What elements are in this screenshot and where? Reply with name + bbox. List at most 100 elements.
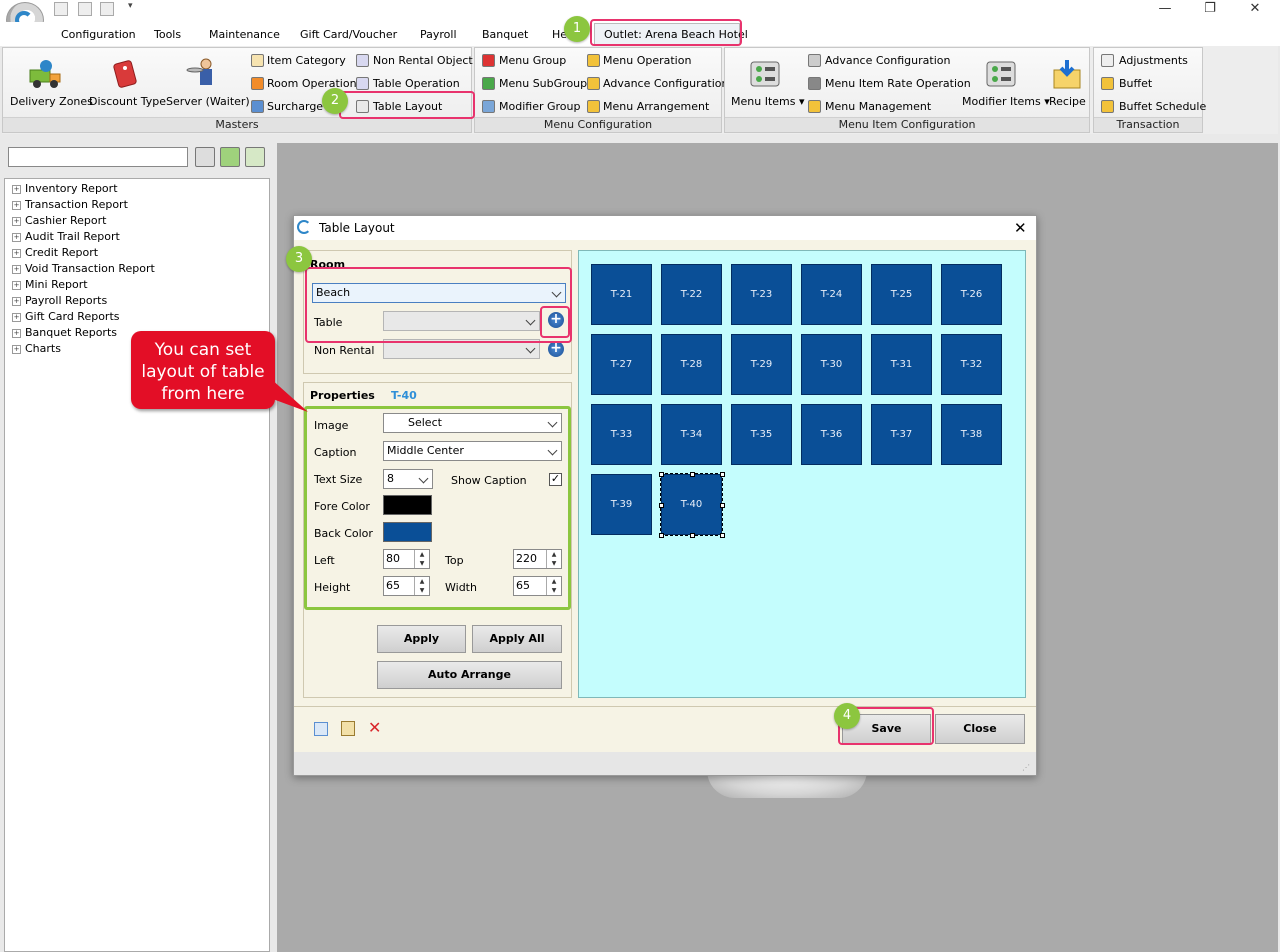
tree-item[interactable]: + Inventory Report (12, 182, 118, 195)
quick-access-dropdown-icon[interactable]: ▾ (128, 1, 133, 11)
close-window-button[interactable]: ✕ (1235, 0, 1275, 20)
tree-item[interactable]: + Charts (12, 342, 61, 355)
table-tile[interactable]: T-25 (871, 264, 932, 325)
item-category-button[interactable]: Item Category (267, 54, 346, 67)
edit-icon[interactable] (78, 2, 92, 16)
tree-item[interactable]: + Void Transaction Report (12, 262, 155, 275)
apply-all-button[interactable]: Apply All (472, 625, 562, 653)
table-tile[interactable]: T-33 (591, 404, 652, 465)
table-tile[interactable]: T-27 (591, 334, 652, 395)
resize-handle[interactable] (659, 533, 664, 538)
resize-handle[interactable] (659, 472, 664, 477)
delivery-zones-button[interactable]: Delivery Zones (10, 95, 93, 108)
tree-item[interactable]: + Gift Card Reports (12, 310, 120, 323)
expand-icon[interactable]: + (12, 233, 21, 242)
resize-handle[interactable] (659, 502, 664, 508)
grid-icon[interactable] (54, 2, 68, 16)
resize-handle[interactable] (720, 502, 725, 508)
expand-icon[interactable]: + (12, 329, 21, 338)
tree-item[interactable]: + Banquet Reports (12, 326, 117, 339)
auto-arrange-button[interactable]: Auto Arrange (377, 661, 562, 689)
tree-item[interactable]: + Cashier Report (12, 214, 106, 227)
non-rental-object-button[interactable]: Non Rental Object (373, 54, 473, 67)
expand-icon[interactable]: + (12, 201, 21, 210)
table-tile[interactable]: T-34 (661, 404, 722, 465)
tree-item[interactable]: + Payroll Reports (12, 294, 107, 307)
server-waiter-button[interactable]: Server (Waiter) (166, 95, 250, 108)
table-tile[interactable]: T-29 (731, 334, 792, 395)
table-operation-button[interactable]: Table Operation (373, 77, 460, 90)
menu-management-button[interactable]: Menu Management (825, 100, 931, 113)
delete-icon[interactable]: ✕ (368, 718, 381, 737)
buffet-schedule-button[interactable]: Buffet Schedule (1119, 100, 1206, 113)
table-tile[interactable]: T-37 (871, 404, 932, 465)
resize-handle[interactable] (720, 472, 725, 477)
surcharge-button[interactable]: Surcharge (267, 100, 323, 113)
apply-button[interactable]: Apply (377, 625, 466, 653)
room-operation-button[interactable]: Room Operation (267, 77, 357, 90)
menu-subgroup-button[interactable]: Menu SubGroup (499, 77, 587, 90)
sort-icon[interactable] (245, 147, 265, 167)
table-tile[interactable]: T-39 (591, 474, 652, 535)
resize-handle[interactable] (720, 533, 725, 538)
minimize-button[interactable]: — (1145, 0, 1185, 20)
discount-type-button[interactable]: Discount Type (89, 95, 166, 108)
menu-item-rate-operation-button[interactable]: Menu Item Rate Operation (825, 77, 971, 90)
modifier-items-button[interactable]: Modifier Items ▾ (962, 95, 1050, 108)
table-tile[interactable]: T-23 (731, 264, 792, 325)
table-tile[interactable]: T-32 (941, 334, 1002, 395)
buffet-button[interactable]: Buffet (1119, 77, 1152, 90)
report-search-input[interactable] (8, 147, 188, 167)
table-tile[interactable]: T-26 (941, 264, 1002, 325)
close-button[interactable]: Close (935, 714, 1025, 744)
menu-maintenance[interactable]: Maintenance (209, 28, 280, 41)
recipe-button[interactable]: Recipe (1049, 95, 1086, 108)
advance-configuration-button[interactable]: Advance Configuration (603, 77, 728, 90)
resize-grip-icon[interactable]: ⋰ (1022, 763, 1030, 772)
table-tile[interactable]: T-36 (801, 404, 862, 465)
table-tile[interactable]: T-31 (871, 334, 932, 395)
menu-items-button[interactable]: Menu Items ▾ (731, 95, 805, 108)
modifier-group-button[interactable]: Modifier Group (499, 100, 580, 113)
expand-icon[interactable]: + (12, 265, 21, 274)
advance-configuration-item-button[interactable]: Advance Configuration (825, 54, 950, 67)
refresh-icon[interactable] (220, 147, 240, 167)
menu-payroll[interactable]: Payroll (420, 28, 457, 41)
table-tile[interactable]: T-40 (660, 473, 723, 536)
table-tile[interactable]: T-22 (661, 264, 722, 325)
table-tile[interactable]: T-35 (731, 404, 792, 465)
menu-arrangement-button[interactable]: Menu Arrangement (603, 100, 709, 113)
expand-icon[interactable]: + (12, 297, 21, 306)
adjustments-button[interactable]: Adjustments (1119, 54, 1188, 67)
menu-banquet[interactable]: Banquet (482, 28, 528, 41)
menu-configuration[interactable]: Configuration (61, 28, 136, 41)
dialog-close-icon[interactable]: ✕ (1014, 219, 1027, 237)
add-non-rental-button[interactable]: + (548, 341, 564, 357)
table-tile[interactable]: T-30 (801, 334, 862, 395)
table-tile[interactable]: T-21 (591, 264, 652, 325)
paste-icon[interactable] (341, 721, 355, 736)
menu-group-button[interactable]: Menu Group (499, 54, 566, 67)
table-tile[interactable]: T-28 (661, 334, 722, 395)
restore-button[interactable]: ❐ (1190, 0, 1230, 20)
binoculars-icon[interactable] (195, 147, 215, 167)
table-tile[interactable]: T-24 (801, 264, 862, 325)
expand-icon[interactable]: + (12, 313, 21, 322)
expand-icon[interactable]: + (12, 185, 21, 194)
expand-icon[interactable]: + (12, 345, 21, 354)
table-tile[interactable]: T-38 (941, 404, 1002, 465)
expand-icon[interactable]: + (12, 217, 21, 226)
tree-item[interactable]: + Credit Report (12, 246, 98, 259)
resize-handle[interactable] (689, 472, 695, 477)
copy-icon[interactable] (314, 722, 328, 736)
menu-operation-button[interactable]: Menu Operation (603, 54, 691, 67)
resize-handle[interactable] (689, 533, 695, 538)
tree-item[interactable]: + Mini Report (12, 278, 88, 291)
expand-icon[interactable]: + (12, 249, 21, 258)
menu-tools[interactable]: Tools (154, 28, 181, 41)
print-icon[interactable] (100, 2, 114, 16)
expand-icon[interactable]: + (12, 281, 21, 290)
menu-gift-card[interactable]: Gift Card/Voucher (300, 28, 397, 41)
tree-item[interactable]: + Audit Trail Report (12, 230, 120, 243)
tree-item[interactable]: + Transaction Report (12, 198, 128, 211)
